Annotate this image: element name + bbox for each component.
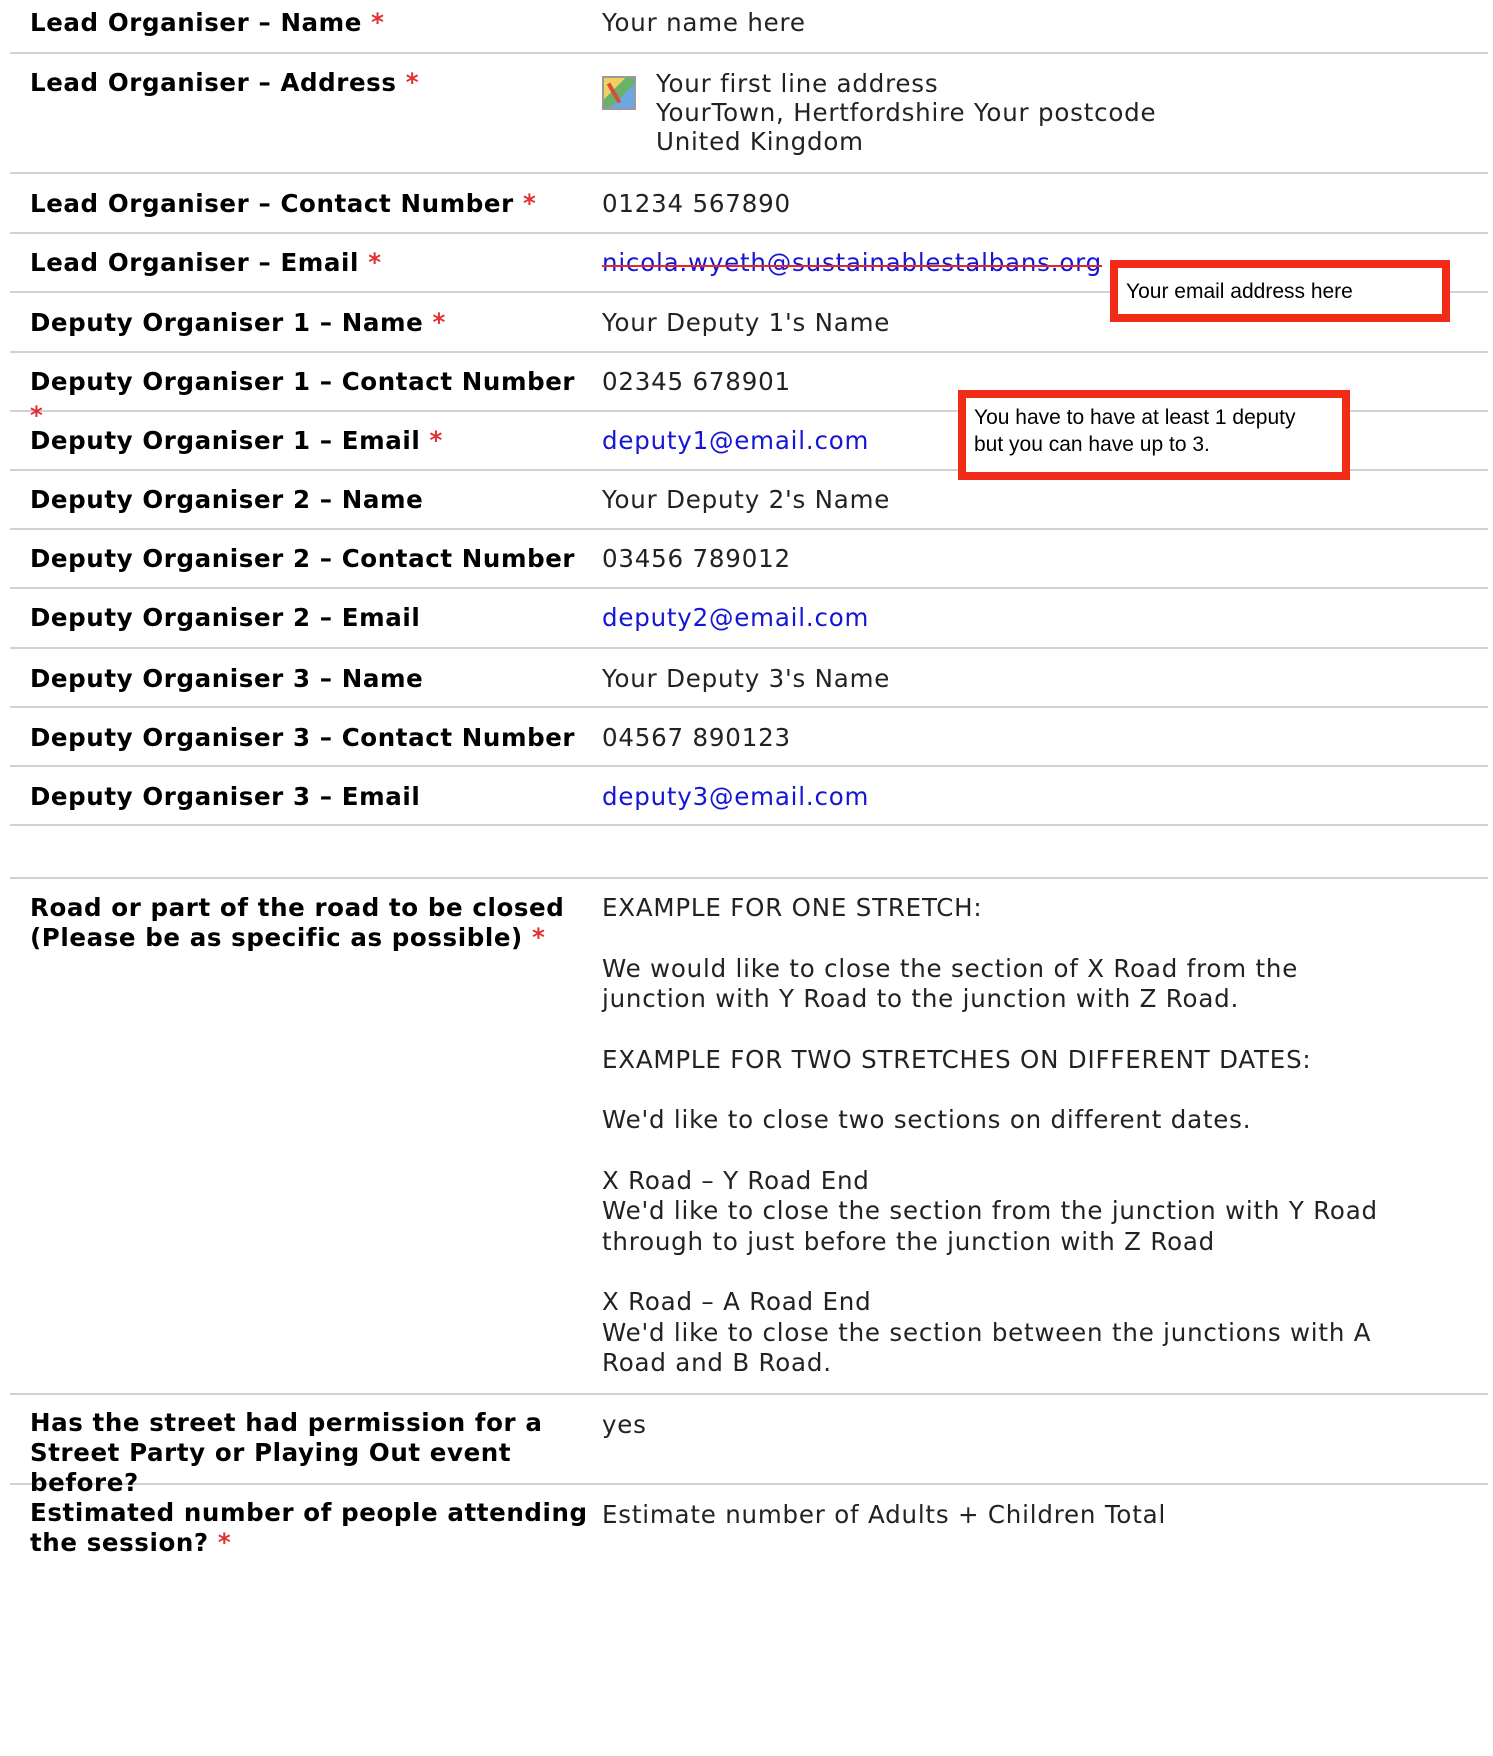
paragraph: EXAMPLE FOR ONE STRETCH: <box>602 893 983 922</box>
row-lead-phone: Lead Organiser – Contact Number * 01234 … <box>10 174 1488 234</box>
label-text: Lead Organiser – Email <box>30 248 360 277</box>
address-line: Your first line address <box>656 69 939 98</box>
email-link-struck[interactable]: nicola.wyeth@sustainablestalbans.org <box>602 248 1102 277</box>
required-marker: * <box>405 68 420 97</box>
paragraph: X Road – A Road End <box>602 1287 872 1316</box>
email-link[interactable]: deputy3@email.com <box>602 782 869 811</box>
address-lines: Your first line address YourTown, Hertfo… <box>656 69 1156 156</box>
row-lead-address: Lead Organiser – Address * Your first li… <box>10 54 1488 174</box>
email-annotation-box: Your email address here <box>1110 260 1450 322</box>
field-label: Road or part of the road to be closed (P… <box>30 893 590 953</box>
annotation-text: Your email address here <box>1126 280 1353 303</box>
row-deputy3-name: Deputy Organiser 3 – Name Your Deputy 3'… <box>10 649 1488 708</box>
required-marker: * <box>429 426 443 455</box>
deputy-annotation-box: You have to have at least 1 deputy but y… <box>958 390 1350 480</box>
required-marker: * <box>532 923 546 952</box>
label-text: Deputy Organiser 3 – Email <box>30 782 421 811</box>
required-marker: * <box>432 308 446 337</box>
row-deputy2-phone: Deputy Organiser 2 – Contact Number 0345… <box>10 530 1488 589</box>
field-value: Your Deputy 2's Name <box>602 485 891 514</box>
label-text: Deputy Organiser 2 – Name <box>30 485 424 514</box>
field-value: Your Deputy 3's Name <box>602 664 891 693</box>
label-text: Has the street had permission for a <box>30 1408 543 1437</box>
paragraph: We'd like to close the section from the … <box>602 1196 1378 1256</box>
field-value: yes <box>602 1410 647 1439</box>
paragraph: We'd like to close two sections on diffe… <box>602 1105 1252 1134</box>
form-review-page: Lead Organiser – Name * Your name here L… <box>0 0 1493 1756</box>
field-label: Deputy Organiser 1 – Name * <box>30 306 590 340</box>
paragraph: We would like to close the section of X … <box>602 953 1299 1014</box>
paragraph: EXAMPLE FOR TWO STRETCHES ON DIFFERENT D… <box>602 1044 1312 1074</box>
field-label: Lead Organiser – Contact Number * <box>30 187 590 221</box>
field-label: Deputy Organiser 2 – Name <box>30 483 590 517</box>
label-text: Lead Organiser – Address <box>30 68 397 97</box>
label-text: Deputy Organiser 1 – Email <box>30 426 421 455</box>
annotation-text: You have to have at least 1 deputy <box>974 406 1296 429</box>
field-label: Deputy Organiser 3 – Name <box>30 662 590 696</box>
paragraph: We'd like to close the section between t… <box>602 1317 1372 1378</box>
field-label: Lead Organiser – Address * <box>30 66 590 100</box>
label-text: (Please be as specific as possible) <box>30 923 523 952</box>
label-text: Deputy Organiser 1 – Contact Number <box>30 367 576 396</box>
row-deputy3-email: Deputy Organiser 3 – Email deputy3@email… <box>10 767 1488 826</box>
address-value: Your first line address YourTown, Hertfo… <box>602 69 1486 159</box>
field-value: deputy2@email.com <box>602 601 1486 635</box>
field-value: 01234 567890 <box>602 189 791 218</box>
field-label: Deputy Organiser 3 – Contact Number <box>30 721 590 755</box>
email-link[interactable]: deputy1@email.com <box>602 426 869 455</box>
label-text: Deputy Organiser 1 – Name <box>30 308 424 337</box>
address-line: YourTown, Hertfordshire Your postcode <box>656 98 1157 127</box>
row-deputy2-email: Deputy Organiser 2 – Email deputy2@email… <box>10 589 1488 649</box>
row-estimated-attendance: Estimated number of people attending the… <box>10 1485 1488 1575</box>
road-description: EXAMPLE FOR ONE STRETCH: We would like t… <box>602 893 1392 1379</box>
field-label: Deputy Organiser 2 – Contact Number <box>30 542 590 576</box>
map-icon[interactable] <box>602 76 636 110</box>
email-link[interactable]: deputy2@email.com <box>602 603 869 632</box>
address-line: United Kingdom <box>656 127 864 156</box>
label-text: Lead Organiser – Name <box>30 8 363 37</box>
field-label: Deputy Organiser 1 – Email * <box>30 424 590 458</box>
annotation-text: but you can have up to 3. <box>974 433 1210 456</box>
required-marker: * <box>217 1528 232 1557</box>
field-label: Deputy Organiser 2 – Email <box>30 601 590 635</box>
label-text: Lead Organiser – Contact Number <box>30 189 514 218</box>
required-marker: * <box>368 248 382 277</box>
field-label: Estimated number of people attending the… <box>30 1498 590 1558</box>
row-previous-permission: Has the street had permission for a Stre… <box>10 1395 1488 1497</box>
field-label: Lead Organiser – Name * <box>30 6 590 40</box>
row-road-closure: Road or part of the road to be closed (P… <box>10 879 1488 1395</box>
field-value: Estimate number of Adults + Children Tot… <box>602 1500 1167 1529</box>
row-deputy3-phone: Deputy Organiser 3 – Contact Number 0456… <box>10 708 1488 767</box>
field-value: deputy3@email.com <box>602 780 1486 814</box>
label-text: Road or part of the road to be closed <box>30 893 565 922</box>
label-text: Deputy Organiser 2 – Contact Number <box>30 544 576 573</box>
label-text: Deputy Organiser 3 – Name <box>30 664 424 693</box>
paragraph: X Road – Y Road End <box>602 1165 870 1195</box>
field-value: 03456 789012 <box>602 544 791 573</box>
required-marker: * <box>522 189 537 218</box>
label-text: the session? <box>30 1528 209 1557</box>
required-marker: * <box>371 8 385 37</box>
field-label: Deputy Organiser 3 – Email <box>30 780 590 814</box>
label-text: Deputy Organiser 2 – Email <box>30 603 421 632</box>
row-lead-name: Lead Organiser – Name * Your name here <box>10 0 1488 54</box>
label-text: Deputy Organiser 3 – Contact Number <box>30 723 576 752</box>
field-value: Your name here <box>602 8 806 37</box>
label-text: Estimated number of people attending <box>30 1498 588 1527</box>
field-value: 04567 890123 <box>602 723 791 752</box>
field-label: Lead Organiser – Email * <box>30 246 590 280</box>
